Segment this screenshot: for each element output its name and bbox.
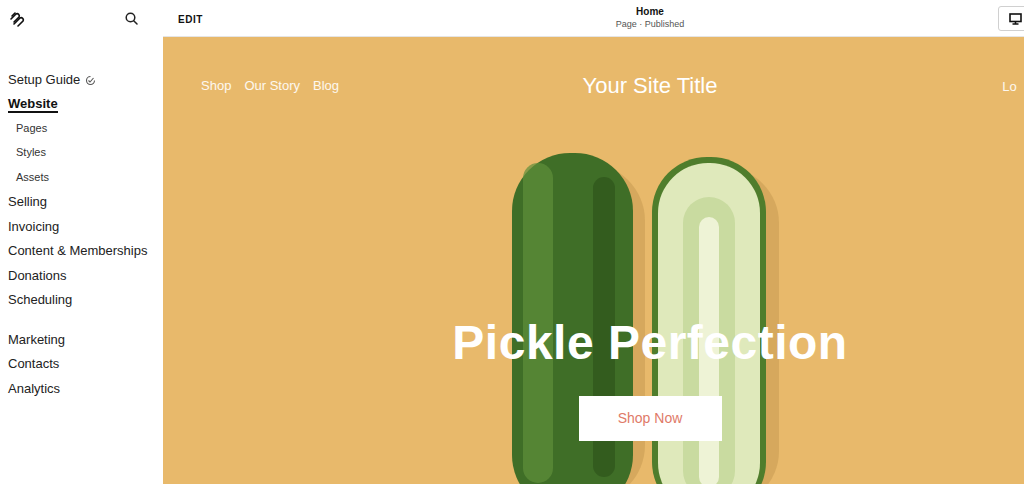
sidebar-item-label[interactable]: Pages	[16, 121, 47, 138]
sidebar-item-label[interactable]: Marketing	[8, 332, 65, 349]
progress-icon	[85, 75, 96, 86]
sidebar-item[interactable]: Website	[0, 93, 163, 118]
sidebar-item-text[interactable]: Donations	[8, 268, 67, 283]
sidebar: Setup Guide Website Pages Styles Assets Selli…	[0, 0, 163, 484]
sidebar-item-label[interactable]: Content & Memberships	[8, 243, 147, 260]
sidebar-item-text[interactable]: Contacts	[8, 356, 59, 371]
toolbar: EDIT HomePage · Published	[163, 0, 1024, 37]
sidebar-item[interactable]: Styles	[0, 142, 163, 167]
sidebar-item[interactable]: Marketing	[0, 328, 163, 353]
sidebar-item-label[interactable]: Styles	[16, 145, 46, 162]
sidebar-item-text[interactable]: Styles	[16, 146, 46, 158]
sidebar-item[interactable]: Pages	[0, 117, 163, 142]
sidebar-item-label[interactable]: Website	[8, 96, 58, 113]
sidebar-item[interactable]: Contacts	[0, 353, 163, 378]
sidebar-item-text[interactable]: Analytics	[8, 381, 60, 396]
sidebar-item-label[interactable]: Donations	[8, 268, 67, 285]
sidebar-item-label[interactable]: Assets	[16, 170, 49, 187]
sidebar-item-text[interactable]: Invoicing	[8, 219, 59, 234]
sidebar-item[interactable]: Content & Memberships	[0, 240, 163, 265]
sidebar-group: Setup Guide Website Pages Styles Assets Selli…	[0, 68, 163, 313]
sidebar-nav: Setup Guide Website Pages Styles Assets Selli…	[0, 37, 163, 402]
sidebar-item-text[interactable]: Assets	[16, 171, 49, 183]
sidebar-item-label[interactable]: Selling	[8, 194, 47, 211]
sidebar-item-text[interactable]: Selling	[8, 194, 47, 209]
page-title: Home	[636, 6, 664, 18]
sidebar-item[interactable]: Setup Guide	[0, 68, 163, 93]
sidebar-item-text[interactable]: Website	[8, 96, 58, 111]
device-toggle[interactable]	[998, 6, 1024, 31]
sidebar-item-label[interactable]: Contacts	[8, 356, 59, 373]
hero-heading: Pickle Perfection	[452, 316, 847, 369]
sidebar-item[interactable]: Invoicing	[0, 215, 163, 240]
shop-now-button[interactable]: Shop Now	[579, 396, 722, 441]
sidebar-item[interactable]: Assets	[0, 166, 163, 191]
editor-area: EDIT HomePage · Published	[163, 0, 1024, 484]
page-status: Page · Published	[616, 18, 685, 30]
site-nav-link[interactable]: Our Story	[244, 76, 300, 96]
site-preview: Shop Our Story Blog Your Site Title Lo Pickl…	[163, 37, 1024, 484]
site-header: Shop Our Story Blog Your Site Title Lo	[163, 37, 1024, 102]
sidebar-item[interactable]: Analytics	[0, 377, 163, 402]
site-nav: Shop Our Story Blog	[163, 76, 488, 96]
squarespace-logo-icon[interactable]	[8, 11, 26, 27]
sidebar-item-text[interactable]: Content & Memberships	[8, 243, 147, 258]
sidebar-item-text[interactable]: Marketing	[8, 332, 65, 347]
sidebar-item-label[interactable]: Setup Guide	[8, 72, 80, 89]
desktop-icon[interactable]	[1009, 13, 1022, 25]
sidebar-group: Marketing Contacts Analytics	[0, 328, 163, 402]
sidebar-item[interactable]: Selling	[0, 191, 163, 216]
site-nav-link[interactable]: Shop	[201, 76, 231, 96]
sidebar-item-text[interactable]: Pages	[16, 122, 47, 134]
sidebar-item-label[interactable]: Analytics	[8, 381, 60, 398]
site-nav-link[interactable]: Lo	[1002, 79, 1016, 94]
sidebar-item-label[interactable]: Invoicing	[8, 219, 59, 236]
site-nav-right: Lo	[812, 74, 1024, 98]
sidebar-item[interactable]: Scheduling	[0, 289, 163, 314]
site-nav-link[interactable]: Blog	[313, 76, 339, 96]
site-title[interactable]: Your Site Title	[488, 69, 813, 102]
search-icon[interactable]	[125, 12, 138, 25]
sidebar-item-text[interactable]: Scheduling	[8, 292, 72, 307]
edit-button[interactable]: EDIT	[178, 14, 203, 25]
sidebar-item-label[interactable]: Scheduling	[8, 292, 72, 309]
sidebar-item-text[interactable]: Setup Guide	[8, 72, 80, 87]
hero: Pickle Perfection Shop Now	[452, 102, 847, 441]
sidebar-item[interactable]: Donations	[0, 264, 163, 289]
